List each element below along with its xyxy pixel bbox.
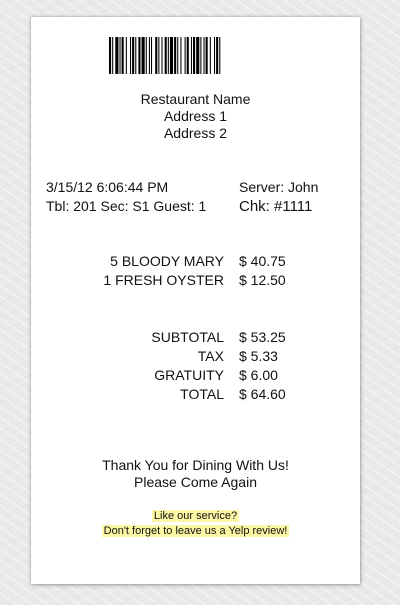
yelp-promo: Like our service? Don't forget to leave … bbox=[31, 509, 360, 539]
barcode-bar bbox=[121, 37, 124, 74]
total-row: TOTAL $ 64.60 bbox=[31, 385, 360, 404]
barcode-bar bbox=[138, 37, 141, 74]
barcode-bar bbox=[209, 37, 211, 74]
thanks-line: Thank You for Dining With Us! bbox=[102, 457, 289, 473]
barcode-bar bbox=[214, 37, 216, 74]
barcode-bar bbox=[216, 37, 219, 74]
barcode-bar bbox=[145, 37, 147, 74]
check-datetime: 3/15/12 6:06:44 PM bbox=[46, 179, 169, 195]
subtotal-amount: $ 53.25 bbox=[239, 329, 286, 345]
barcode-bar bbox=[184, 37, 186, 74]
barcode-bar bbox=[109, 37, 112, 74]
barcode-bar bbox=[135, 37, 137, 74]
check-table-line: Tbl: 201 Sec: S1 Guest: 1 bbox=[46, 198, 207, 214]
promo-line-1: Like our service? bbox=[151, 510, 240, 522]
check-number: Chk: #1111 bbox=[239, 198, 313, 215]
gratuity-amount: $ 6.00 bbox=[239, 367, 278, 383]
barcode-bar bbox=[219, 37, 221, 74]
tax-amount: $ 5.33 bbox=[239, 348, 278, 364]
line-item-amount: $ 12.50 bbox=[239, 272, 286, 288]
line-item: 5 BLOODY MARY $ 40.75 bbox=[31, 252, 360, 271]
barcode-bar bbox=[125, 37, 127, 74]
thank-you-message: Thank You for Dining With Us! Please Com… bbox=[31, 457, 360, 491]
barcode-bar bbox=[174, 37, 177, 74]
barcode-bar bbox=[132, 37, 135, 74]
check-server: Server: John bbox=[239, 179, 319, 195]
barcode-bar bbox=[200, 37, 202, 74]
barcode-icon bbox=[109, 37, 282, 74]
tax-label: TAX bbox=[197, 348, 224, 364]
barcode-bar bbox=[196, 37, 200, 74]
restaurant-header: Restaurant Name Address 1 Address 2 bbox=[31, 91, 360, 142]
line-item-description: 5 BLOODY MARY bbox=[110, 253, 224, 269]
barcode-bar bbox=[186, 37, 189, 74]
barcode-bar bbox=[161, 37, 163, 74]
total-label: TOTAL bbox=[180, 386, 224, 402]
restaurant-address-1: Address 1 bbox=[163, 108, 228, 124]
barcode-bar bbox=[180, 37, 182, 74]
barcode-bar bbox=[190, 37, 192, 74]
barcode-bar bbox=[164, 37, 167, 74]
line-item-description: 1 FRESH OYSTER bbox=[103, 272, 224, 288]
barcode-bar bbox=[130, 37, 132, 74]
barcode-bar bbox=[169, 37, 174, 74]
tax-row: TAX $ 5.33 bbox=[31, 347, 360, 366]
restaurant-address-2: Address 2 bbox=[163, 125, 228, 141]
line-item: 1 FRESH OYSTER $ 12.50 bbox=[31, 271, 360, 290]
subtotal-label: SUBTOTAL bbox=[151, 329, 224, 345]
barcode-bar bbox=[167, 37, 169, 74]
barcode-bar bbox=[193, 37, 196, 74]
come-again-line: Please Come Again bbox=[134, 474, 257, 490]
barcode-bar bbox=[115, 37, 119, 74]
restaurant-name: Restaurant Name bbox=[140, 91, 251, 107]
barcode-bar bbox=[203, 37, 205, 74]
receipt: Restaurant Name Address 1 Address 2 3/15… bbox=[31, 17, 360, 584]
barcode-bar bbox=[119, 37, 121, 74]
barcode-bar bbox=[112, 37, 114, 74]
barcode-bar bbox=[141, 37, 145, 74]
promo-line-2: Don't forget to leave us a Yelp review! bbox=[101, 525, 290, 537]
check-meta-left: 3/15/12 6:06:44 PM Tbl: 201 Sec: S1 Gues… bbox=[46, 178, 206, 216]
barcode-bar bbox=[205, 37, 208, 74]
barcode-bar bbox=[155, 37, 158, 74]
barcode-bar bbox=[148, 37, 150, 74]
barcode-bar bbox=[158, 37, 160, 74]
check-meta-right: Server: John Chk: #1111 bbox=[239, 178, 318, 216]
gratuity-row: GRATUITY $ 6.00 bbox=[31, 366, 360, 385]
barcode-bar bbox=[177, 37, 179, 74]
subtotal-row: SUBTOTAL $ 53.25 bbox=[31, 328, 360, 347]
barcode-bar bbox=[151, 37, 153, 74]
line-item-amount: $ 40.75 bbox=[239, 253, 286, 269]
gratuity-label: GRATUITY bbox=[154, 367, 224, 383]
total-amount: $ 64.60 bbox=[239, 386, 286, 402]
